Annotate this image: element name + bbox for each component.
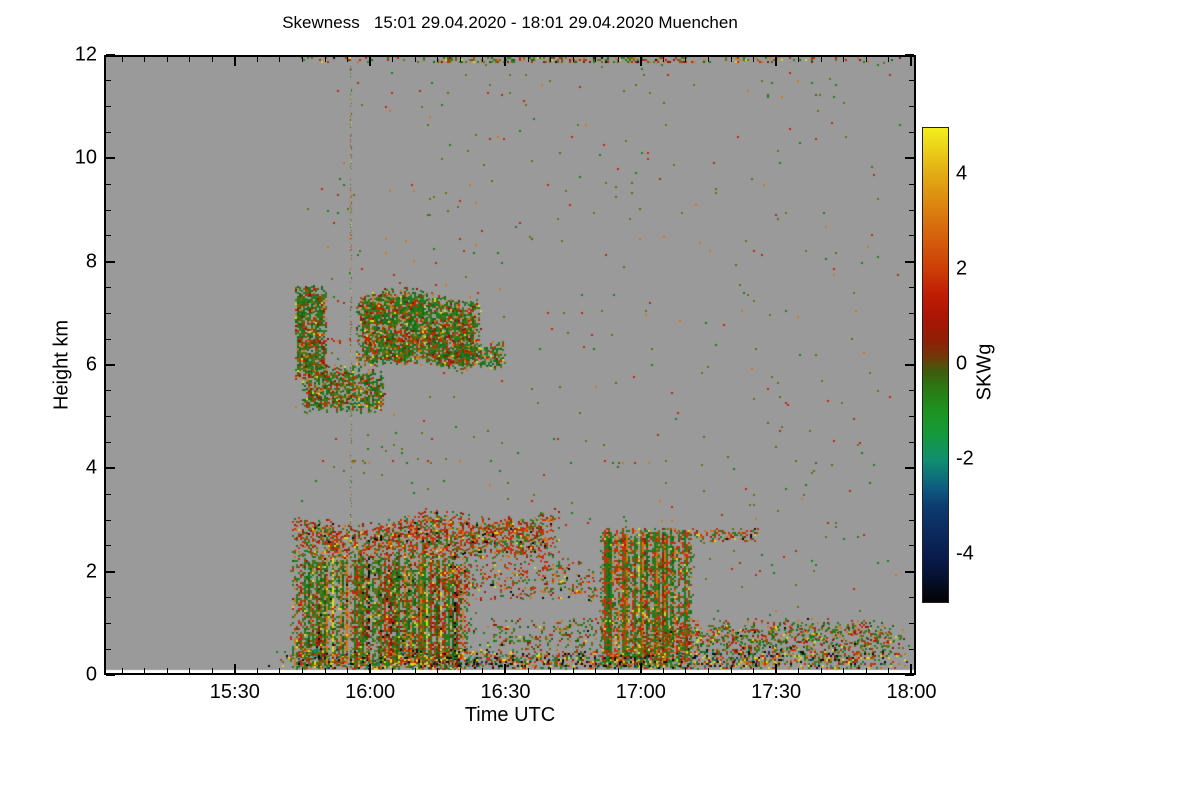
- plot-title: Skewness 15:01 29.04.2020 - 18:01 29.04.…: [282, 13, 738, 32]
- x-tick-label: 16:30: [480, 681, 531, 703]
- colorbar-tick-label: -2: [956, 447, 974, 470]
- plot-area: [104, 55, 916, 675]
- x-tick-label: 17:30: [751, 681, 802, 703]
- colorbar-tick-label: 0: [956, 352, 968, 375]
- heatmap-canvas: [106, 57, 914, 673]
- x-tick-label: 15:30: [209, 681, 260, 703]
- colorbar-tick-label: 2: [956, 257, 968, 280]
- y-tick-label: 2: [85, 560, 97, 583]
- x-tick-label: 17:00: [615, 681, 666, 703]
- y-tick-label: 6: [85, 353, 97, 376]
- x-axis-label: Time UTC: [464, 704, 556, 726]
- y-tick-label: 10: [74, 146, 97, 169]
- y-tick-label: 12: [74, 43, 97, 66]
- y-tick-label: 0: [85, 663, 97, 686]
- x-tick-label: 18:00: [886, 681, 937, 703]
- y-axis-label: Height km: [50, 319, 73, 411]
- colorbar-tick-label: -4: [956, 542, 974, 565]
- y-tick-label: 4: [85, 456, 97, 479]
- colorbar-tick-label: 4: [956, 162, 968, 185]
- colorbar-label: SKWg: [973, 343, 996, 401]
- skewness-plot-figure: Skewness 15:01 29.04.2020 - 18:01 29.04.…: [0, 0, 1200, 800]
- x-tick-label: 16:00: [345, 681, 396, 703]
- y-tick-label: 8: [85, 250, 97, 273]
- colorbar-gradient: [922, 127, 949, 603]
